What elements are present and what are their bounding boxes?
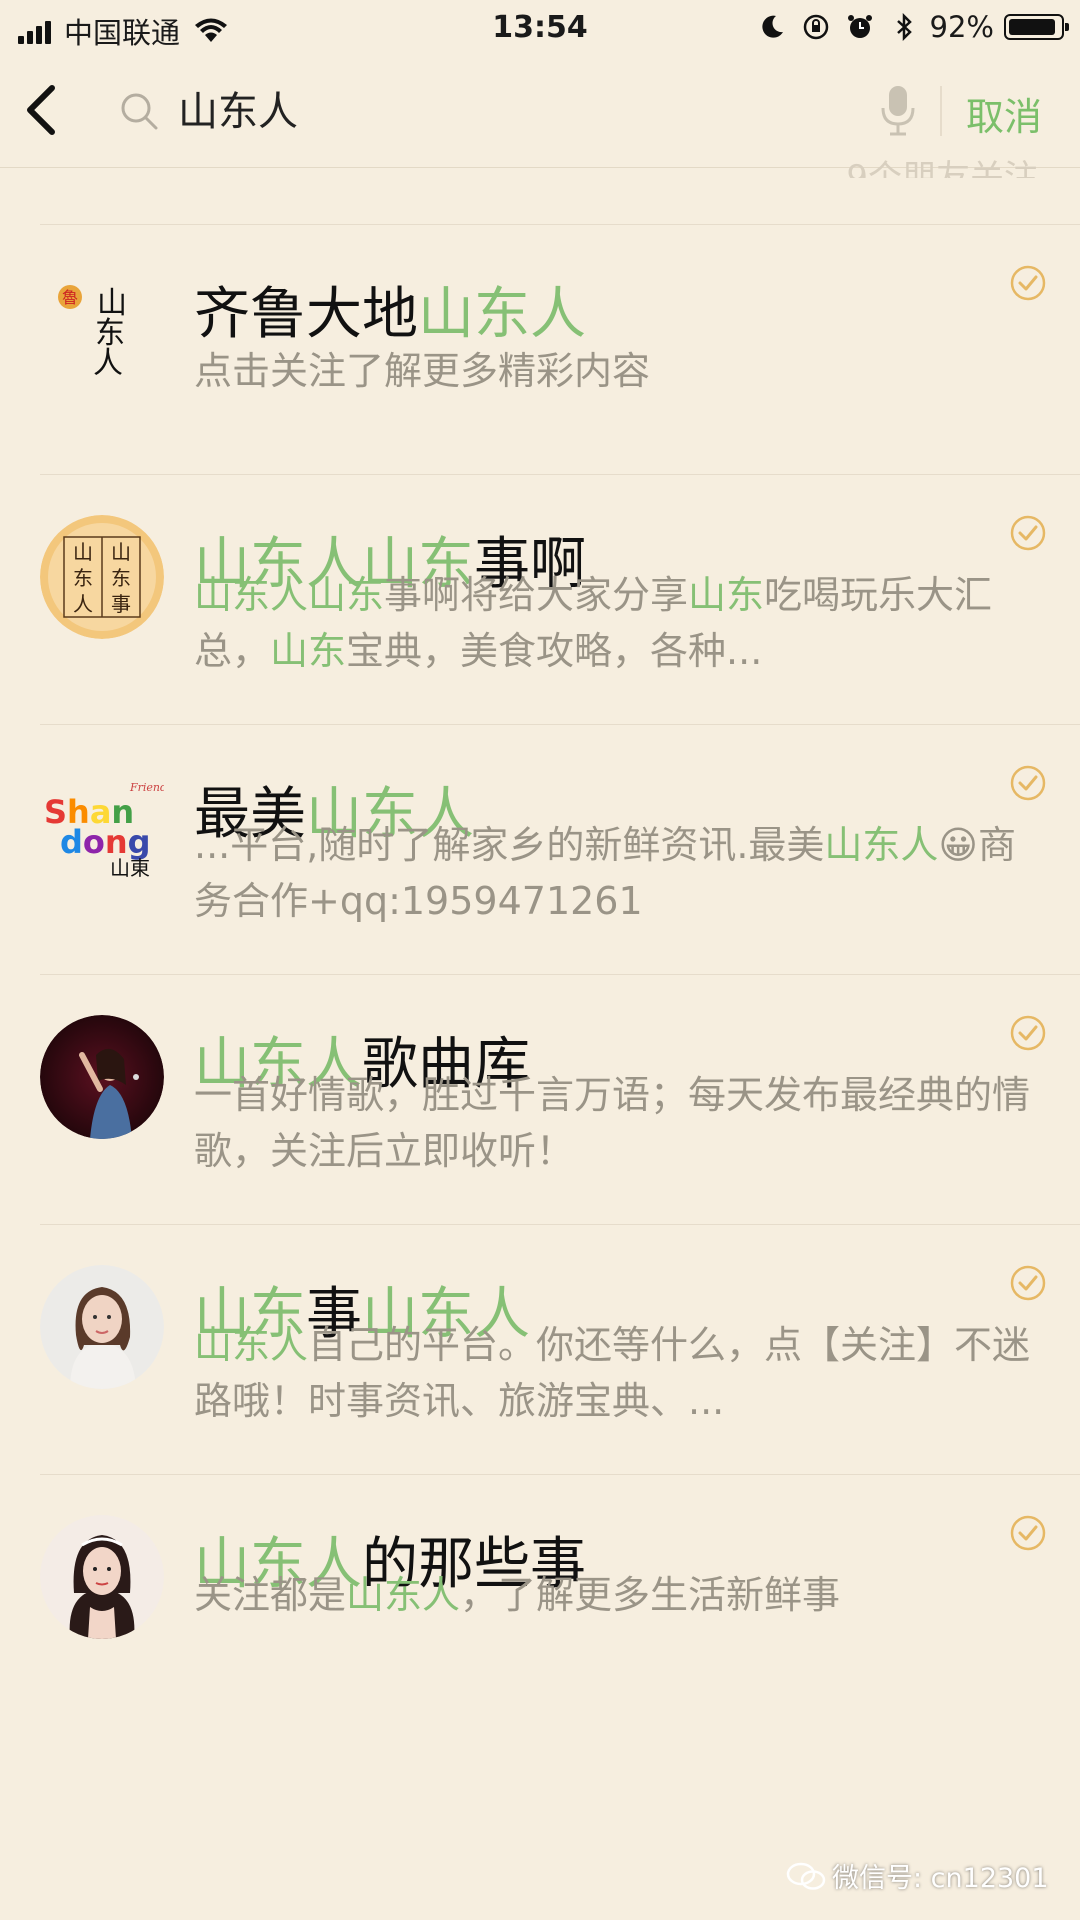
result-item[interactable]: 山东事山东人 山东人自己的平台。你还等什么，点【关注】不迷路哦！时事资讯、旅游宝典…: [40, 1224, 1080, 1474]
followed-check-icon: [1010, 765, 1046, 801]
result-item[interactable]: 山东人山东事山东人山东事啊 山东人山东事啊将给大家分享山东吃喝玩乐大汇总，山东宝典…: [40, 474, 1080, 724]
battery-icon: [1004, 14, 1069, 40]
svg-text:Friendly: Friendly: [129, 781, 164, 794]
svg-text:山東: 山東: [110, 856, 150, 880]
result-item[interactable]: 山东人歌曲库 一首好情歌，胜过千言万语；每天发布最经典的情歌，关注后立即收听！: [40, 974, 1080, 1224]
description-text: 自己的平台。你还等什么，点【关注】不迷路哦！时事资讯、旅游宝典、...: [194, 1323, 1031, 1423]
partial-text: 9个朋友关注: [846, 158, 1038, 178]
account-description: 关注都是山东人，了解更多生活新鲜事: [194, 1567, 1034, 1623]
svg-text:山: 山: [111, 540, 131, 564]
moon-icon: [761, 15, 783, 38]
cancel-button[interactable]: 取消: [966, 86, 1042, 141]
result-item[interactable]: 山东人的那些事 关注都是山东人，了解更多生活新鲜事: [40, 1474, 1080, 1724]
rotation-lock-icon: [803, 14, 828, 40]
svg-text:魯: 魯: [62, 288, 78, 307]
description-text: 关注都是: [194, 1573, 347, 1617]
description-text: 一首好情歌，胜过千言万语；每天发布最经典的情歌，关注后立即收听！: [194, 1073, 1031, 1173]
account-avatar: 魯山东人: [40, 265, 164, 389]
account-description: 山东人自己的平台。你还等什么，点【关注】不迷路哦！时事资讯、旅游宝典、...: [194, 1317, 1034, 1429]
followed-check-icon: [1010, 1015, 1046, 1051]
svg-text:山: 山: [73, 540, 93, 564]
account-description: 点击关注了解更多精彩内容: [194, 343, 1034, 399]
description-text: ...平台,随时了解家乡的新鲜资讯.最美: [194, 823, 825, 867]
search-divider: [940, 86, 942, 136]
search-results-list: 魯山东人齐鲁大地山东人 点击关注了解更多精彩内容山东人山东事山东人山东事啊 山东人山…: [0, 224, 1080, 1724]
search-icon: [121, 93, 158, 130]
account-description: 一首好情歌，胜过千言万语；每天发布最经典的情歌，关注后立即收听！: [194, 1067, 1034, 1179]
highlight-text: 山东人: [418, 282, 586, 347]
account-description: 山东人山东事啊将给大家分享山东吃喝玩乐大汇总，山东宝典，美食攻略，各种...: [194, 567, 1034, 679]
highlight-text: 山东人: [824, 823, 939, 867]
search-input[interactable]: [178, 76, 858, 140]
wechat-icon: [786, 1862, 826, 1890]
account-avatar: 山东人 山东事: [40, 515, 164, 639]
account-avatar: FriendlyShandong山東: [40, 765, 164, 889]
description-text: ，了解更多生活新鲜事: [460, 1573, 841, 1617]
followed-check-icon: [1010, 515, 1046, 551]
account-avatar: [40, 1265, 164, 1389]
status-bar: 中国联通 13:54 92%: [0, 0, 1080, 52]
account-description: ...平台,随时了解家乡的新鲜资讯.最美山东人😀商务合作+qq:19594712…: [194, 817, 1034, 929]
followed-check-icon: [1010, 1515, 1046, 1551]
followed-check-icon: [1010, 265, 1046, 301]
result-item[interactable]: FriendlyShandong山東最美山东人...平台,随时了解家乡的新鲜资讯…: [40, 724, 1080, 974]
description-text: 点击关注了解更多精彩内容: [194, 349, 651, 393]
svg-text:人: 人: [93, 346, 123, 381]
watermark-text: 微信号: cn12301: [832, 1863, 1049, 1894]
bluetooth-icon: [896, 13, 912, 41]
highlight-text: 山东人: [346, 1573, 461, 1617]
highlight-text: 山东人山东: [194, 573, 385, 617]
wechat-watermark: 微信号: cn12301: [786, 1856, 1049, 1895]
back-button[interactable]: [18, 80, 68, 140]
svg-text:东: 东: [111, 566, 131, 590]
highlight-text: 山东人: [194, 1323, 309, 1367]
microphone-icon[interactable]: [878, 82, 918, 138]
svg-text:人: 人: [73, 592, 93, 616]
description-text: 事啊将给大家分享: [384, 573, 689, 617]
battery-percent: 92%: [929, 10, 994, 44]
followed-check-icon: [1010, 1265, 1046, 1301]
description-text: 宝典，美食攻略，各种...: [346, 629, 763, 673]
highlight-text: 山东: [688, 573, 765, 617]
account-name: 齐鲁大地山东人: [194, 269, 586, 350]
account-avatar: [40, 1015, 164, 1139]
svg-text:东: 东: [73, 566, 93, 590]
svg-text:事: 事: [111, 592, 131, 616]
alarm-icon: [847, 15, 872, 38]
highlight-text: 山东: [270, 629, 347, 673]
account-avatar: [40, 1515, 164, 1639]
title-text: 齐鲁大地: [194, 282, 418, 347]
result-item[interactable]: 魯山东人齐鲁大地山东人 点击关注了解更多精彩内容: [40, 224, 1080, 474]
